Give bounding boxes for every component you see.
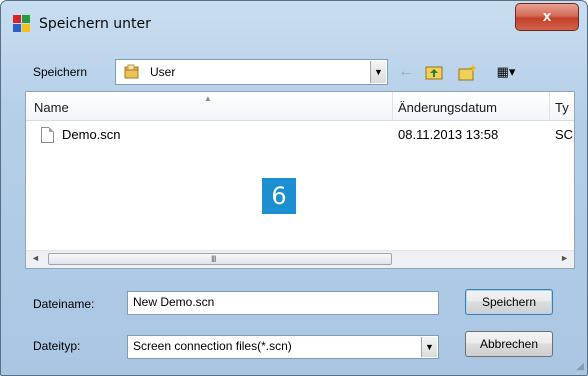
file-name: Demo.scn [62, 127, 121, 142]
new-folder-icon[interactable] [457, 61, 479, 83]
horizontal-scrollbar[interactable]: ◄ III ► [26, 250, 574, 268]
title-bar[interactable]: Speichern unter x [1, 1, 587, 45]
scroll-thumb[interactable]: III [48, 253, 392, 265]
views-menu-icon[interactable]: ▦▾ [489, 61, 523, 83]
list-header: Name ▲ Änderungsdatum Ty [26, 92, 574, 121]
chevron-down-icon[interactable]: ▼ [370, 61, 386, 83]
scroll-grip: III [211, 254, 216, 264]
column-header-name[interactable]: Name [34, 92, 69, 120]
close-button[interactable]: x [515, 3, 579, 31]
filetype-value: Screen connection files(*.scn) [133, 339, 292, 353]
location-label: Speichern [33, 65, 88, 79]
cancel-button[interactable]: Abbrechen [465, 331, 553, 357]
save-button[interactable]: Speichern [465, 289, 553, 315]
step-number-badge: 6 [262, 178, 296, 214]
back-arrow-icon[interactable]: ← [395, 61, 417, 83]
location-dropdown[interactable]: User ▼ [115, 59, 388, 85]
file-type: SC [555, 127, 574, 142]
column-header-date[interactable]: Änderungsdatum [398, 92, 497, 120]
filetype-label: Dateityp: [33, 339, 81, 353]
filename-label: Dateiname: [33, 297, 95, 311]
document-icon [41, 127, 54, 143]
sort-ascending-icon: ▲ [204, 94, 212, 103]
filetype-dropdown[interactable]: Screen connection files(*.scn) ▼ [127, 335, 439, 359]
filename-input[interactable]: New Demo.scn [127, 291, 439, 315]
column-header-type[interactable]: Ty [555, 92, 569, 120]
chevron-down-icon[interactable]: ▼ [421, 337, 437, 357]
scroll-left-icon[interactable]: ◄ [31, 253, 40, 263]
save-as-dialog: Speichern unter x Speichern User ▼ ← ▦▾ … [0, 0, 588, 376]
file-list[interactable]: Name ▲ Änderungsdatum Ty Demo.scn 08.11.… [25, 91, 575, 269]
window-title: Speichern unter [39, 16, 151, 32]
app-icon [13, 15, 31, 33]
file-date: 08.11.2013 13:58 [398, 127, 499, 142]
location-value: User [150, 65, 176, 79]
folder-icon [124, 64, 139, 79]
up-folder-icon[interactable] [423, 61, 445, 83]
scroll-right-icon[interactable]: ► [560, 253, 569, 263]
list-item[interactable]: Demo.scn 08.11.2013 13:58 SC [26, 122, 574, 144]
resize-grip-icon[interactable]: ◢ [576, 361, 584, 372]
